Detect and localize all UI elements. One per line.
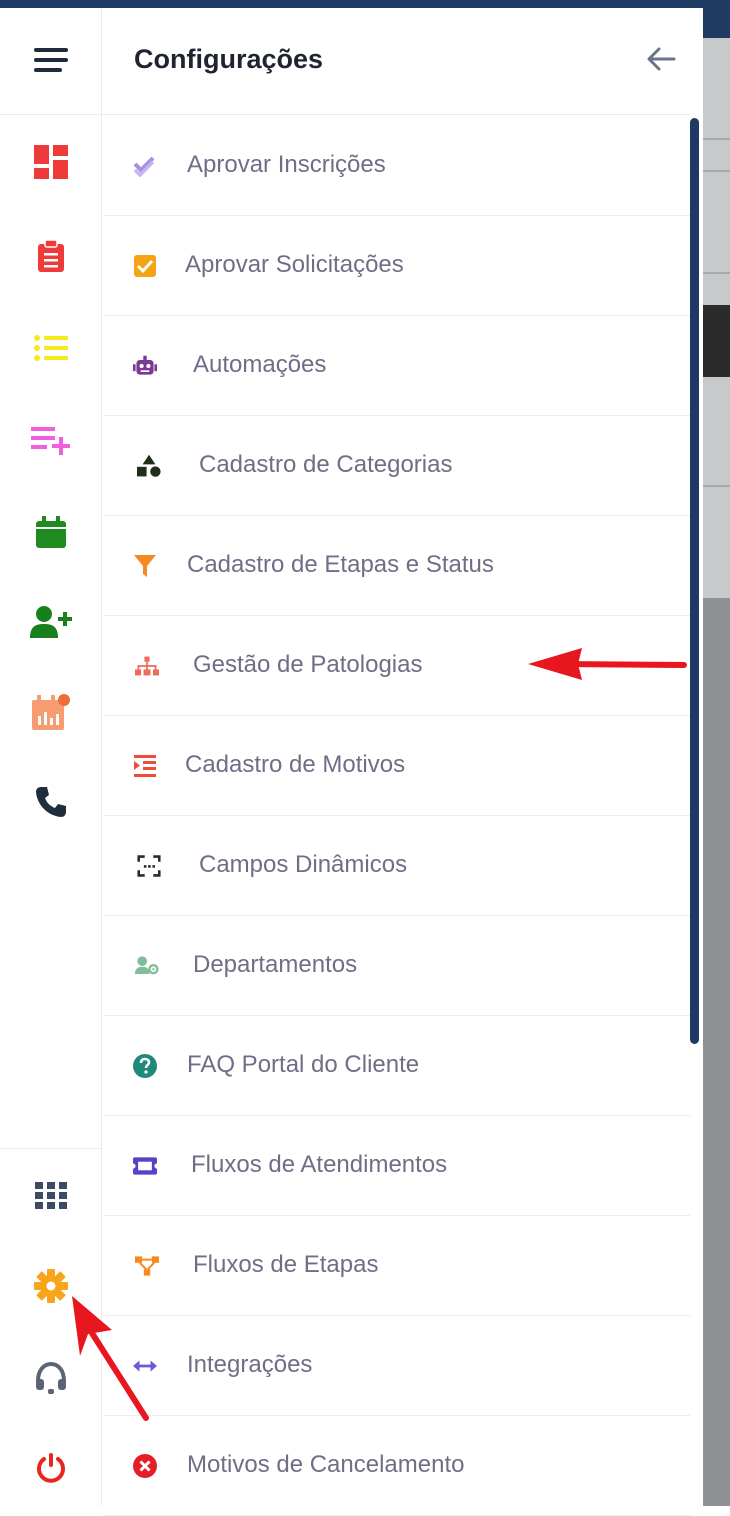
annotation-arrow-patologias xyxy=(528,648,687,680)
calendar-icon[interactable] xyxy=(0,512,102,552)
background-line xyxy=(703,272,730,274)
settings-menu: Aprovar Inscrições Aprovar Solicitações … xyxy=(103,116,690,1516)
menu-item-label: Automações xyxy=(193,351,327,378)
top-bar xyxy=(0,0,703,8)
menu-item-label: Gestão de Patologias xyxy=(193,651,423,678)
menu-item-integracoes[interactable]: Integrações xyxy=(103,1316,690,1416)
menu-item-fluxos-atendimentos[interactable]: Fluxos de Atendimentos xyxy=(103,1116,690,1216)
menu-item-label: Aprovar Inscrições xyxy=(187,151,386,178)
playlist-add-icon[interactable] xyxy=(0,420,102,460)
menu-item-label: Cadastro de Categorias xyxy=(199,451,453,478)
phone-icon[interactable] xyxy=(0,782,102,822)
list-icon[interactable] xyxy=(0,328,102,368)
cancel-circle-icon xyxy=(133,1454,157,1478)
panel-header: Configurações xyxy=(103,8,690,115)
menu-item-label: Aprovar Solicitações xyxy=(185,251,404,278)
annotation-arrow-gear xyxy=(72,1296,149,1421)
background-line xyxy=(703,170,730,172)
menu-item-label: Campos Dinâmicos xyxy=(199,851,408,878)
menu-item-aprovar-solicitacoes[interactable]: Aprovar Solicitações xyxy=(103,216,690,316)
background-header xyxy=(703,0,730,38)
menu-item-departamentos[interactable]: Departamentos xyxy=(103,916,690,1016)
background-line xyxy=(703,485,730,487)
menu-item-cadastro-etapas-status[interactable]: Cadastro de Etapas e Status xyxy=(103,516,690,616)
menu-item-label: Cadastro de Motivos xyxy=(185,751,406,778)
menu-item-faq-portal-cliente[interactable]: FAQ Portal do Cliente xyxy=(103,1016,690,1116)
background-line xyxy=(703,138,730,140)
background-overlay[interactable] xyxy=(703,0,730,1506)
calendar-chart-icon[interactable] xyxy=(0,692,102,732)
hierarchy-icon xyxy=(135,654,159,678)
menu-item-fluxos-etapas[interactable]: Fluxos de Etapas xyxy=(103,1216,690,1316)
menu-item-automacoes[interactable]: Automações xyxy=(103,316,690,416)
rail-divider xyxy=(0,114,102,115)
double-check-icon xyxy=(133,154,157,178)
menu-item-label: Cadastro de Etapas e Status xyxy=(187,551,494,578)
filter-icon xyxy=(133,554,157,578)
menu-item-label: Motivos de Cancelamento xyxy=(187,1451,465,1478)
flow-nodes-icon xyxy=(135,1254,159,1278)
menu-item-label: Fluxos de Atendimentos xyxy=(191,1151,448,1178)
shapes-icon xyxy=(137,454,161,478)
menu-item-cadastro-categorias[interactable]: Cadastro de Categorias xyxy=(103,416,690,516)
indent-list-icon xyxy=(133,754,157,778)
add-user-icon[interactable] xyxy=(0,602,102,642)
dashed-frame-icon xyxy=(137,854,161,878)
menu-item-motivos-cancelamento[interactable]: Motivos de Cancelamento xyxy=(103,1416,690,1516)
panel-title: Configurações xyxy=(134,44,324,74)
checkbox-icon xyxy=(133,254,157,278)
menu-item-label: Departamentos xyxy=(193,951,358,978)
clipboard-icon[interactable] xyxy=(0,236,102,276)
background-dark-bar xyxy=(703,305,730,377)
power-icon[interactable] xyxy=(0,1448,102,1488)
menu-item-aprovar-inscricoes[interactable]: Aprovar Inscrições xyxy=(103,116,690,216)
hamburger-menu-icon[interactable] xyxy=(0,40,102,80)
menu-item-campos-dinamicos[interactable]: Campos Dinâmicos xyxy=(103,816,690,916)
apps-grid-icon[interactable] xyxy=(0,1176,102,1216)
menu-item-cadastro-motivos[interactable]: Cadastro de Motivos xyxy=(103,716,690,816)
dashboard-icon[interactable] xyxy=(0,142,102,182)
ticket-icon xyxy=(133,1154,157,1178)
rail-divider xyxy=(0,1148,102,1149)
robot-icon xyxy=(133,354,157,378)
settings-panel: Configurações Aprovar Inscrições Aprovar… xyxy=(103,8,690,1516)
menu-item-label: Integrações xyxy=(187,1351,313,1378)
back-arrow-icon[interactable] xyxy=(646,46,676,72)
users-gear-icon xyxy=(135,954,159,978)
icon-rail xyxy=(0,8,102,1506)
menu-item-label: FAQ Portal do Cliente xyxy=(187,1051,420,1078)
scrollbar-thumb[interactable] xyxy=(690,118,699,1044)
question-circle-icon xyxy=(133,1054,157,1078)
menu-item-label: Fluxos de Etapas xyxy=(193,1251,379,1278)
